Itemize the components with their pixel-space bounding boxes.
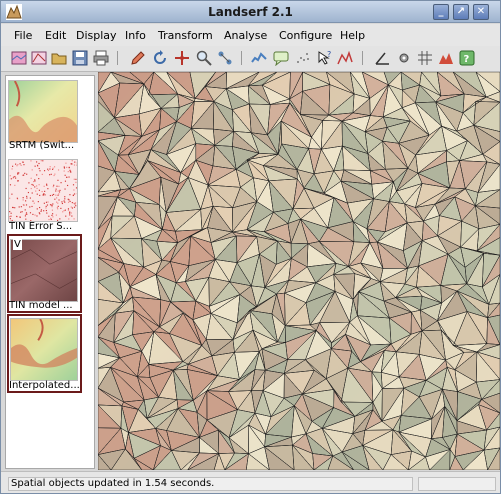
menu-info[interactable]: Info	[125, 29, 146, 42]
layer-label: TIN Error S...	[9, 221, 73, 232]
settings-icon[interactable]	[396, 50, 412, 66]
angle-icon[interactable]	[374, 50, 390, 66]
status-bar: Spatial objects updated in 1.54 seconds.	[1, 471, 500, 493]
edit-pencil-icon[interactable]	[130, 50, 146, 66]
layer-thumbnail-tin-error[interactable]	[8, 159, 78, 222]
tin-triangles	[98, 72, 500, 470]
app-window: Landserf 2.1 _ ↗ ✕ File Edit Display Inf…	[0, 0, 501, 494]
rotate-icon[interactable]	[152, 50, 168, 66]
pan-icon[interactable]	[174, 50, 190, 66]
layer-thumbnail-interpolated[interactable]	[10, 318, 78, 381]
toolbar: ? ?	[1, 46, 500, 72]
title-bar[interactable]: Landserf 2.1 _ ↗ ✕	[1, 1, 500, 23]
menu-edit[interactable]: Edit	[45, 29, 66, 42]
close-icon[interactable]: ✕	[473, 4, 489, 20]
print-icon[interactable]	[93, 50, 109, 66]
menu-bar: File Edit Display Info Transform Analyse…	[1, 24, 500, 46]
open-folder-icon[interactable]	[51, 50, 67, 66]
menu-help[interactable]: Help	[340, 29, 365, 42]
open-vector-icon[interactable]	[31, 50, 47, 66]
save-icon[interactable]	[72, 50, 88, 66]
toolbar-separator	[117, 51, 118, 65]
visible-badge: V	[13, 239, 22, 250]
menu-file[interactable]: File	[14, 29, 32, 42]
maximize-icon[interactable]: ↗	[453, 4, 469, 20]
minimize-icon[interactable]: _	[433, 4, 449, 20]
svg-text:?: ?	[464, 54, 470, 65]
menu-display[interactable]: Display	[76, 29, 117, 42]
status-message: Spatial objects updated in 1.54 seconds.	[8, 477, 413, 491]
scatter-icon[interactable]	[295, 50, 311, 66]
query-icon[interactable]	[273, 50, 289, 66]
layer-label: Interpolated...	[9, 380, 80, 391]
status-coordinates	[418, 477, 496, 491]
tin-map-canvas[interactable]	[98, 72, 500, 470]
select-icon[interactable]	[217, 50, 233, 66]
layer-sidebar: SRTM (Swit... TIN Error S... V TIN model…	[5, 75, 95, 469]
layer-label: TIN model ...	[9, 300, 73, 311]
graph-icon[interactable]	[337, 50, 353, 66]
query-point-icon[interactable]: ?	[317, 50, 333, 66]
layer-thumbnail-srtm[interactable]	[8, 80, 78, 143]
toolbar-separator	[362, 51, 363, 65]
help-icon[interactable]: ?	[459, 50, 475, 66]
menu-transform[interactable]: Transform	[158, 29, 213, 42]
layer-label: SRTM (Swit...	[9, 140, 75, 151]
window-title: Landserf 2.1	[208, 5, 293, 19]
terrain-icon[interactable]	[438, 50, 454, 66]
open-raster-icon[interactable]	[11, 50, 27, 66]
menu-analyse[interactable]: Analyse	[224, 29, 267, 42]
grid-icon[interactable]	[417, 50, 433, 66]
zoom-icon[interactable]	[196, 50, 212, 66]
toolbar-separator	[241, 51, 242, 65]
svg-text:?: ?	[327, 50, 331, 59]
profile-icon[interactable]	[251, 50, 267, 66]
menu-configure[interactable]: Configure	[279, 29, 332, 42]
